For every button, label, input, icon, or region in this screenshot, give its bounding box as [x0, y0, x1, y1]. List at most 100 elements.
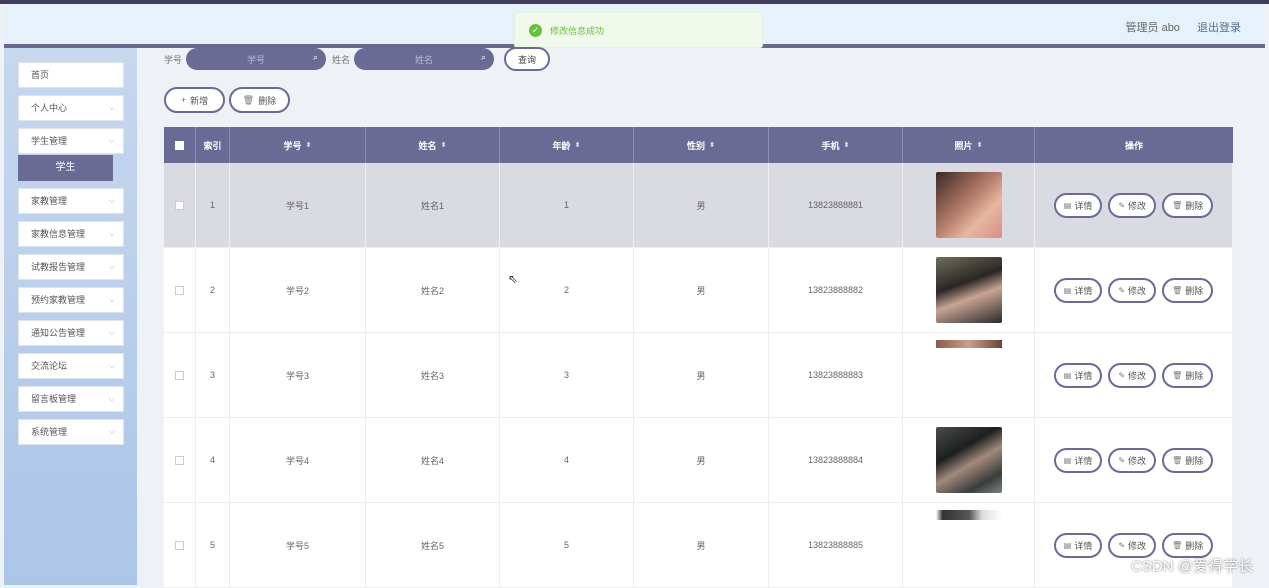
cell-index: 5 [196, 503, 230, 587]
logout-link[interactable]: 退出登录 [1197, 22, 1241, 34]
search-bar: 学号 学号 ⌕ 姓名 姓名 ⌕ 查询 [164, 47, 551, 71]
sidebar-item-tutor-management[interactable]: 家教管理 ⌵ [18, 188, 124, 214]
sno-search-input[interactable]: 学号 ⌕ [186, 48, 327, 70]
name-search-label: 姓名 [332, 54, 351, 65]
table-row: 4 学号4 姓名4 4 男 13823888884 ▤ 详情 ✎ 修改 🗑 删除 [164, 418, 1233, 503]
sort-icon[interactable]: ⬍ [575, 141, 581, 149]
cell-index: 4 [196, 418, 230, 502]
name-search-input[interactable]: 姓名 ⌕ [354, 48, 495, 70]
cell-phone: 13823888883 [769, 333, 903, 417]
edit-button[interactable]: ✎ 修改 [1108, 277, 1157, 303]
header-sno[interactable]: 学号 ⬍ [230, 127, 366, 163]
edit-button[interactable]: ✎ 修改 [1108, 362, 1157, 388]
chevron-down-icon: ⌵ [108, 328, 115, 337]
sidebar-item-trial-report[interactable]: 试教报告管理 ⌵ [18, 254, 124, 280]
cell-sno: 学号3 [230, 333, 366, 417]
cell-phone: 13823888884 [769, 418, 903, 502]
sidebar-item-label: 交流论坛 [31, 361, 68, 371]
delete-label: 删除 [258, 95, 277, 106]
document-icon: ▤ [1063, 200, 1072, 210]
header-sex[interactable]: 性别 ⬍ [634, 127, 769, 163]
sidebar-item-notices[interactable]: 通知公告管理 ⌵ [18, 320, 124, 346]
table-row: 3 学号3 姓名3 3 男 13823888883 ▤ 详情 ✎ 修改 🗑 删除 [164, 333, 1233, 418]
select-all-cell[interactable] [164, 127, 196, 163]
cell-age: 5 [500, 503, 634, 587]
query-button[interactable]: 查询 [504, 47, 551, 71]
add-button[interactable]: + 新增 [164, 87, 225, 113]
cell-phone: 13823888881 [769, 163, 903, 247]
cell-age: 1 [500, 163, 634, 247]
student-photo [935, 340, 1002, 348]
search-icon: ⌕ [480, 52, 487, 62]
edit-button[interactable]: ✎ 修改 [1108, 447, 1157, 473]
edit-button[interactable]: ✎ 修改 [1108, 192, 1157, 218]
student-photo [935, 172, 1002, 238]
sidebar-item-label: 试教报告管理 [31, 262, 86, 272]
sidebar-subitem-student[interactable]: 学生 [18, 155, 113, 181]
success-toast: ✓ 修改信息成功 [514, 12, 763, 48]
admin-username: 管理员 abo [1125, 22, 1180, 34]
cell-sno: 学号1 [230, 163, 366, 247]
delete-button[interactable]: 🗑 删除 [1162, 447, 1214, 473]
pencil-icon: ✎ [1118, 285, 1126, 295]
row-checkbox[interactable] [175, 285, 184, 295]
toast-message: 修改信息成功 [550, 25, 605, 36]
sidebar-item-home[interactable]: 首页 [18, 62, 124, 88]
chevron-down-icon: ⌵ [108, 262, 115, 271]
delete-button[interactable]: 🗑 删除 [1162, 192, 1214, 218]
sidebar-item-label: 留言板管理 [31, 394, 77, 404]
row-checkbox[interactable] [175, 455, 184, 465]
chevron-down-icon: ⌵ [108, 295, 115, 304]
search-icon: ⌕ [312, 52, 319, 62]
sidebar-item-personal-center[interactable]: 个人中心 ⌵ [18, 95, 124, 121]
header-name[interactable]: 姓名 ⬍ [366, 127, 500, 163]
cell-phone: 13823888882 [769, 248, 903, 332]
sort-icon[interactable]: ⬍ [709, 141, 715, 149]
sort-icon[interactable]: ⬍ [977, 141, 983, 149]
sort-icon[interactable]: ⬍ [844, 141, 850, 149]
sidebar-item-student-management[interactable]: 学生管理 ⌵ [18, 128, 124, 154]
delete-button[interactable]: 🗑 删除 [1162, 277, 1214, 303]
chevron-down-icon: ⌵ [108, 361, 115, 370]
sidebar-item-message-board[interactable]: 留言板管理 ⌵ [18, 386, 124, 412]
cell-sex: 男 [634, 333, 769, 417]
trash-icon: 🗑 [1172, 285, 1183, 295]
header-index: 索引 [196, 127, 230, 163]
sort-icon[interactable]: ⬍ [441, 141, 447, 149]
sidebar-item-tutor-info[interactable]: 家教信息管理 ⌵ [18, 221, 124, 247]
delete-button[interactable]: 🗑 删除 [1162, 362, 1214, 388]
student-table: 索引 学号 ⬍ 姓名 ⬍ 年龄 ⬍ 性别 ⬍ 手机 ⬍ 照片 ⬍ 操作 1 学号1 姓名1 … [164, 127, 1233, 588]
detail-button[interactable]: ▤ 详情 [1053, 447, 1103, 473]
cell-sno: 学号5 [230, 503, 366, 587]
header-age[interactable]: 年龄 ⬍ [500, 127, 634, 163]
pencil-icon: ✎ [1118, 370, 1126, 380]
trash-icon: 🗑 [1172, 200, 1183, 210]
cell-age: 2 [500, 248, 634, 332]
student-photo [935, 257, 1002, 323]
row-checkbox[interactable] [175, 540, 184, 550]
detail-button[interactable]: ▤ 详情 [1053, 362, 1103, 388]
sidebar-item-booking[interactable]: 预约家教管理 ⌵ [18, 287, 124, 313]
row-checkbox[interactable] [175, 200, 184, 210]
delete-button[interactable]: 🗑 删除 [1162, 532, 1214, 558]
table-row: 1 学号1 姓名1 1 男 13823888881 ▤ 详情 ✎ 修改 🗑 删除 [164, 163, 1233, 248]
header-phone[interactable]: 手机 ⬍ [769, 127, 903, 163]
student-photo [935, 510, 1002, 520]
cell-name: 姓名3 [366, 333, 500, 417]
detail-button[interactable]: ▤ 详情 [1053, 532, 1103, 558]
detail-button[interactable]: ▤ 详情 [1053, 192, 1103, 218]
cell-sex: 男 [634, 248, 769, 332]
sidebar-item-forum[interactable]: 交流论坛 ⌵ [18, 353, 124, 379]
detail-button[interactable]: ▤ 详情 [1053, 277, 1103, 303]
row-checkbox[interactable] [175, 370, 184, 380]
trash-icon: 🗑 [242, 94, 255, 105]
name-placeholder: 姓名 [415, 54, 434, 65]
sidebar-item-system[interactable]: 系统管理 ⌵ [18, 419, 124, 445]
batch-delete-button[interactable]: 🗑 删除 [229, 87, 290, 113]
edit-button[interactable]: ✎ 修改 [1108, 532, 1157, 558]
sort-icon[interactable]: ⬍ [306, 141, 312, 149]
sidebar-item-label: 系统管理 [31, 427, 68, 437]
pencil-icon: ✎ [1118, 540, 1126, 550]
header-photo[interactable]: 照片 ⬍ [903, 127, 1035, 163]
select-all-checkbox[interactable] [175, 140, 184, 150]
